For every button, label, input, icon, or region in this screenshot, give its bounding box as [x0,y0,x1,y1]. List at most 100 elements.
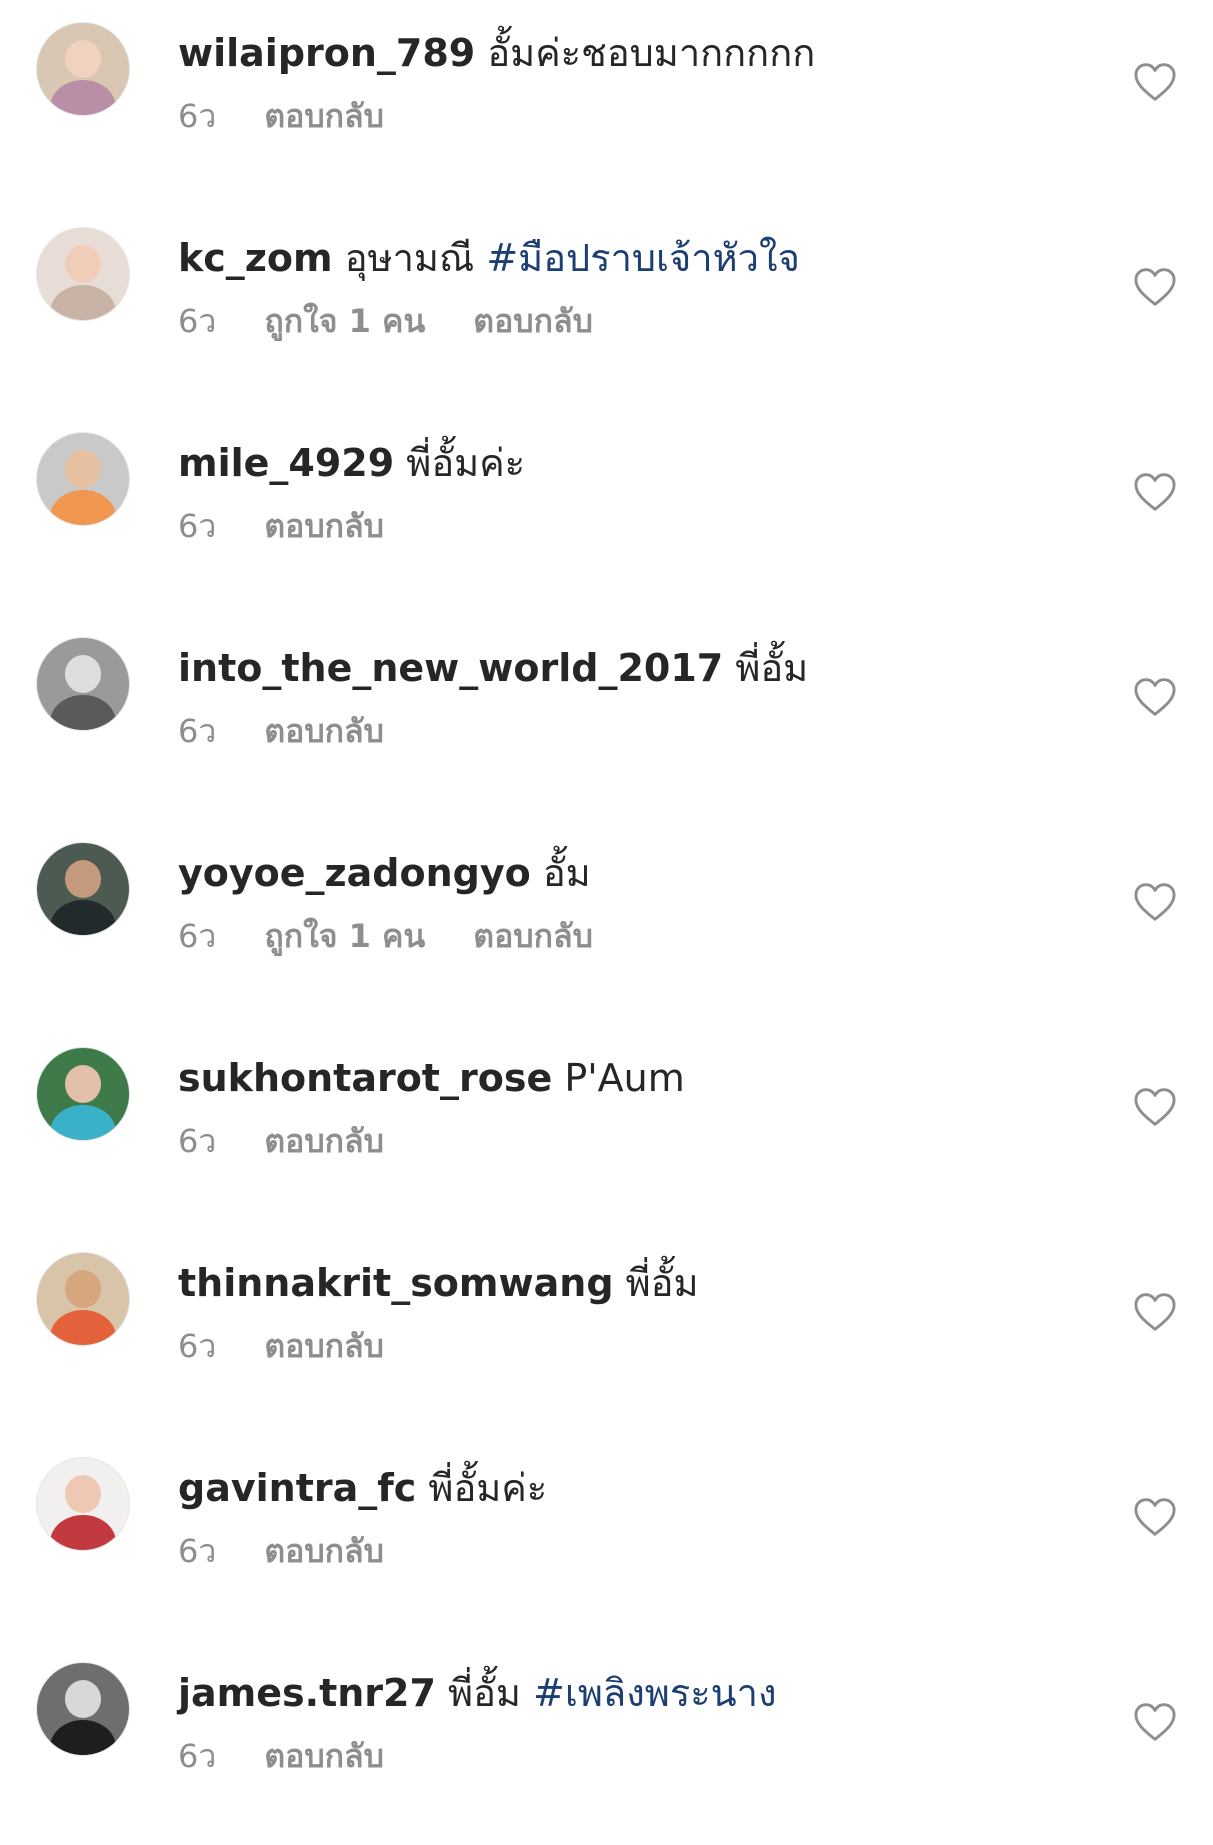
comment-meta: 6ว ตอบกลับ [178,506,1073,546]
avatar-body-shape [49,1515,117,1550]
comment-row: mile_4929 พี่อั้มค่ะ 6ว ตอบกลับ [0,410,1213,615]
comment-like-count[interactable]: ถูกใจ 1 คน [264,916,425,956]
comment-username[interactable]: thinnakrit_somwang [178,1261,614,1305]
comment-text-block: wilaipron_789 อั้มค่ะชอบมากกกกก 6ว ตอบกลับ [178,28,1073,136]
comment-meta: 6ว ตอบกลับ [178,1736,1073,1776]
avatar-face-shape [64,1269,102,1309]
avatar-body-shape [49,1720,117,1755]
reply-button[interactable]: ตอบกลับ [473,301,593,341]
comment-text-block: james.tnr27 พี่อั้ม #เพลิงพระนาง 6ว ตอบกลั… [178,1668,1073,1776]
comment-username[interactable]: yoyoe_zadongyo [178,851,531,895]
comment-row: wilaipron_789 อั้มค่ะชอบมากกกกก 6ว ตอบกลับ [0,0,1213,205]
reply-button[interactable]: ตอบกลับ [264,1531,384,1571]
comment-body: P'Aum [564,1056,685,1100]
comment-hashtag[interactable]: #เพลิงพระนาง [533,1671,776,1715]
comment-row: yoyoe_zadongyo อั้ม 6ว ถูกใจ 1 คน ตอบกลับ [0,820,1213,1025]
comment-username[interactable]: wilaipron_789 [178,31,475,75]
comment-row: into_the_new_world_2017 พี่อั้ม 6ว ตอบกลับ [0,615,1213,820]
avatar[interactable] [36,432,130,526]
comment-timestamp: 6ว [178,1532,217,1570]
comment-line: into_the_new_world_2017 พี่อั้ม [178,643,1073,693]
avatar-body-shape [49,695,117,730]
avatar[interactable] [36,842,130,936]
reply-button[interactable]: ตอบกลับ [264,711,384,751]
comment-timestamp: 6ว [178,917,217,955]
avatar-face-shape [64,449,102,489]
avatar[interactable] [36,227,130,321]
comment-row: thinnakrit_somwang พี่อั้ม 6ว ตอบกลับ [0,1230,1213,1435]
heart-outline-icon[interactable] [1133,62,1177,102]
avatar[interactable] [36,1662,130,1756]
avatar[interactable] [36,637,130,731]
comment-timestamp: 6ว [178,302,217,340]
avatar-body-shape [49,490,117,525]
comment-like-count[interactable]: ถูกใจ 1 คน [264,301,425,341]
avatar-face-shape [64,859,102,899]
comment-username[interactable]: into_the_new_world_2017 [178,646,723,690]
comment-line: gavintra_fc พี่อั้มค่ะ [178,1463,1073,1513]
comment-body: พี่อั้ม [625,1261,699,1305]
heart-outline-icon[interactable] [1133,1497,1177,1537]
heart-outline-icon[interactable] [1133,677,1177,717]
avatar-face-shape [64,1679,102,1719]
comment-body: อั้มค่ะชอบมากกกกก [487,31,816,75]
comment-text-block: kc_zom อุษามณี #มือปราบเจ้าหัวใจ 6ว ถูกใจ … [178,233,1073,341]
comment-username[interactable]: gavintra_fc [178,1466,416,1510]
comment-timestamp: 6ว [178,1737,217,1775]
comment-username[interactable]: james.tnr27 [178,1671,436,1715]
heart-outline-icon[interactable] [1133,1702,1177,1742]
comment-meta: 6ว ตอบกลับ [178,1531,1073,1571]
heart-outline-icon[interactable] [1133,267,1177,307]
comment-text-block: sukhontarot_rose P'Aum 6ว ตอบกลับ [178,1053,1073,1161]
comment-row: gavintra_fc พี่อั้มค่ะ 6ว ตอบกลับ [0,1435,1213,1640]
avatar-body-shape [49,1310,117,1345]
comment-line: mile_4929 พี่อั้มค่ะ [178,438,1073,488]
comment-line: yoyoe_zadongyo อั้ม [178,848,1073,898]
reply-button[interactable]: ตอบกลับ [264,506,384,546]
comment-meta: 6ว ตอบกลับ [178,1326,1073,1366]
reply-button[interactable]: ตอบกลับ [264,96,384,136]
comment-text-block: yoyoe_zadongyo อั้ม 6ว ถูกใจ 1 คน ตอบกลับ [178,848,1073,956]
comment-body: พี่อั้มค่ะ [428,1466,548,1510]
comment-body: อั้ม [542,851,591,895]
comment-meta: 6ว ถูกใจ 1 คน ตอบกลับ [178,301,1073,341]
comment-username[interactable]: kc_zom [178,236,333,280]
comment-meta: 6ว ตอบกลับ [178,96,1073,136]
comment-row: james.tnr27 พี่อั้ม #เพลิงพระนาง 6ว ตอบกลั… [0,1640,1213,1845]
reply-button[interactable]: ตอบกลับ [264,1736,384,1776]
comment-hashtag[interactable]: #มือปราบเจ้าหัวใจ [486,236,800,280]
comment-row: kc_zom อุษามณี #มือปราบเจ้าหัวใจ 6ว ถูกใจ … [0,205,1213,410]
comment-meta: 6ว ตอบกลับ [178,1121,1073,1161]
comment-timestamp: 6ว [178,1122,217,1160]
comment-line: thinnakrit_somwang พี่อั้ม [178,1258,1073,1308]
avatar[interactable] [36,22,130,116]
comment-timestamp: 6ว [178,97,217,135]
comment-line: kc_zom อุษามณี #มือปราบเจ้าหัวใจ [178,233,1073,283]
comment-body: พี่อั้ม [448,1671,521,1715]
avatar-body-shape [49,80,117,115]
heart-outline-icon[interactable] [1133,1087,1177,1127]
avatar-face-shape [64,244,102,284]
avatar[interactable] [36,1047,130,1141]
heart-outline-icon[interactable] [1133,472,1177,512]
comment-username[interactable]: sukhontarot_rose [178,1056,552,1100]
avatar[interactable] [36,1457,130,1551]
reply-button[interactable]: ตอบกลับ [473,916,593,956]
comment-body: พี่อั้ม [735,646,809,690]
heart-outline-icon[interactable] [1133,882,1177,922]
avatar-body-shape [49,285,117,320]
reply-button[interactable]: ตอบกลับ [264,1326,384,1366]
comment-timestamp: 6ว [178,712,217,750]
comment-body: อุษามณี [344,236,475,280]
comment-line: wilaipron_789 อั้มค่ะชอบมากกกกก [178,28,1073,78]
heart-outline-icon[interactable] [1133,1292,1177,1332]
comment-text-block: into_the_new_world_2017 พี่อั้ม 6ว ตอบกลับ [178,643,1073,751]
avatar-face-shape [64,1474,102,1514]
comment-meta: 6ว ถูกใจ 1 คน ตอบกลับ [178,916,1073,956]
comment-meta: 6ว ตอบกลับ [178,711,1073,751]
comment-timestamp: 6ว [178,1327,217,1365]
avatar-face-shape [64,39,102,79]
comment-username[interactable]: mile_4929 [178,441,394,485]
avatar[interactable] [36,1252,130,1346]
reply-button[interactable]: ตอบกลับ [264,1121,384,1161]
